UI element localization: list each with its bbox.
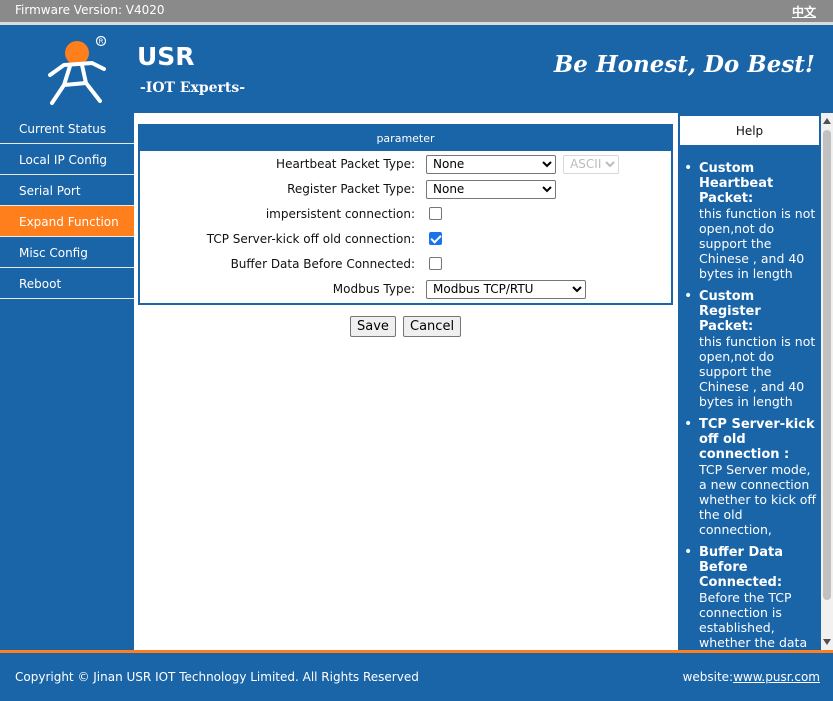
form-buttons: Save Cancel — [350, 315, 463, 337]
kickoff-checkbox[interactable] — [429, 232, 442, 245]
heartbeat-type-select[interactable]: None — [426, 154, 556, 174]
header: R USR -IOT Experts- Be Honest, Do Best! — [0, 22, 833, 113]
register-label: Register Packet Type: — [287, 182, 415, 196]
help-item-text: TCP Server mode, a new connection whethe… — [699, 462, 817, 537]
kickoff-label: TCP Server-kick off old connection: — [206, 232, 415, 246]
help-item-text: Before the TCP connection is established… — [699, 590, 808, 650]
register-type-select[interactable]: None — [426, 179, 556, 199]
register-row: Register Packet Type: None — [140, 177, 671, 202]
brand-tagline: -IOT Experts- — [140, 80, 246, 96]
help-item-text: this function is not open,not do support… — [699, 206, 816, 281]
heartbeat-row: Heartbeat Packet Type: None ASCII — [140, 152, 671, 177]
parameter-title: parameter — [140, 126, 671, 151]
help-item-title: Custom Register Packet: — [699, 289, 761, 334]
help-item: TCP Server-kick off old connection : TCP… — [680, 417, 819, 537]
help-item: Buffer Data Before Connected: Before the… — [680, 545, 819, 650]
sidebar-item-misc-config[interactable]: Misc Config — [0, 237, 134, 268]
impersistent-row: impersistent connection: — [140, 202, 671, 227]
help-item-title: TCP Server-kick off old connection : — [699, 417, 815, 462]
sidebar-item-expand-function[interactable]: Expand Function — [0, 206, 134, 237]
help-item: Custom Heartbeat Packet: this function i… — [680, 161, 819, 281]
sidebar-item-local-ip-config[interactable]: Local IP Config — [0, 144, 134, 175]
impersistent-label: impersistent connection: — [265, 207, 415, 221]
save-button[interactable]: Save — [350, 316, 396, 337]
scroll-up-arrow-icon[interactable] — [823, 118, 831, 124]
help-title: Help — [680, 116, 819, 145]
firmware-version: Firmware Version: V4020 — [15, 3, 165, 17]
scroll-down-arrow-icon[interactable] — [823, 639, 831, 645]
sidebar-item-current-status[interactable]: Current Status — [0, 113, 134, 144]
help-item-text: this function is not open,not do support… — [699, 334, 816, 409]
buffer-checkbox[interactable] — [429, 257, 442, 270]
main-content: parameter Heartbeat Packet Type: None AS… — [134, 113, 678, 650]
brand-name: USR — [137, 42, 195, 71]
copyright-text: Copyright © Jinan USR IOT Technology Lim… — [15, 670, 419, 684]
svg-text:R: R — [99, 38, 104, 46]
sidebar-item-serial-port[interactable]: Serial Port — [0, 175, 134, 206]
help-panel: Help Custom Heartbeat Packet: this funct… — [678, 113, 833, 650]
help-item-title: Buffer Data Before Connected: — [699, 545, 783, 590]
website-info: website:www.pusr.com — [683, 670, 820, 684]
slogan: Be Honest, Do Best! — [553, 51, 815, 78]
modbus-row: Modbus Type: Modbus TCP/RTU — [140, 277, 671, 302]
buffer-row: Buffer Data Before Connected: — [140, 252, 671, 277]
website-label: website: — [682, 670, 734, 684]
heartbeat-format-select[interactable]: ASCII — [563, 154, 620, 174]
cancel-button[interactable]: Cancel — [403, 316, 462, 337]
language-link-chinese[interactable]: 中文 — [792, 3, 816, 20]
scroll-thumb[interactable] — [823, 130, 831, 600]
sidebar-item-reboot[interactable]: Reboot — [0, 268, 134, 299]
buffer-label: Buffer Data Before Connected: — [230, 257, 415, 271]
usr-runner-logo-icon: R — [48, 35, 107, 105]
help-scrollbar[interactable] — [821, 113, 833, 650]
website-link[interactable]: www.pusr.com — [733, 670, 820, 684]
sidebar-nav: Current Status Local IP Config Serial Po… — [0, 113, 134, 650]
help-list: Custom Heartbeat Packet: this function i… — [680, 161, 819, 650]
kickoff-row: TCP Server-kick off old connection: — [140, 227, 671, 252]
help-item: Custom Register Packet: this function is… — [680, 289, 819, 409]
heartbeat-label: Heartbeat Packet Type: — [276, 157, 415, 171]
footer: Copyright © Jinan USR IOT Technology Lim… — [0, 650, 833, 701]
help-item-title: Custom Heartbeat Packet: — [699, 161, 774, 206]
top-bar: Firmware Version: V4020 中文 — [0, 0, 833, 22]
impersistent-checkbox[interactable] — [429, 207, 442, 220]
modbus-label: Modbus Type: — [332, 282, 415, 296]
parameter-panel: parameter Heartbeat Packet Type: None AS… — [138, 124, 673, 305]
modbus-type-select[interactable]: Modbus TCP/RTU — [426, 279, 586, 299]
